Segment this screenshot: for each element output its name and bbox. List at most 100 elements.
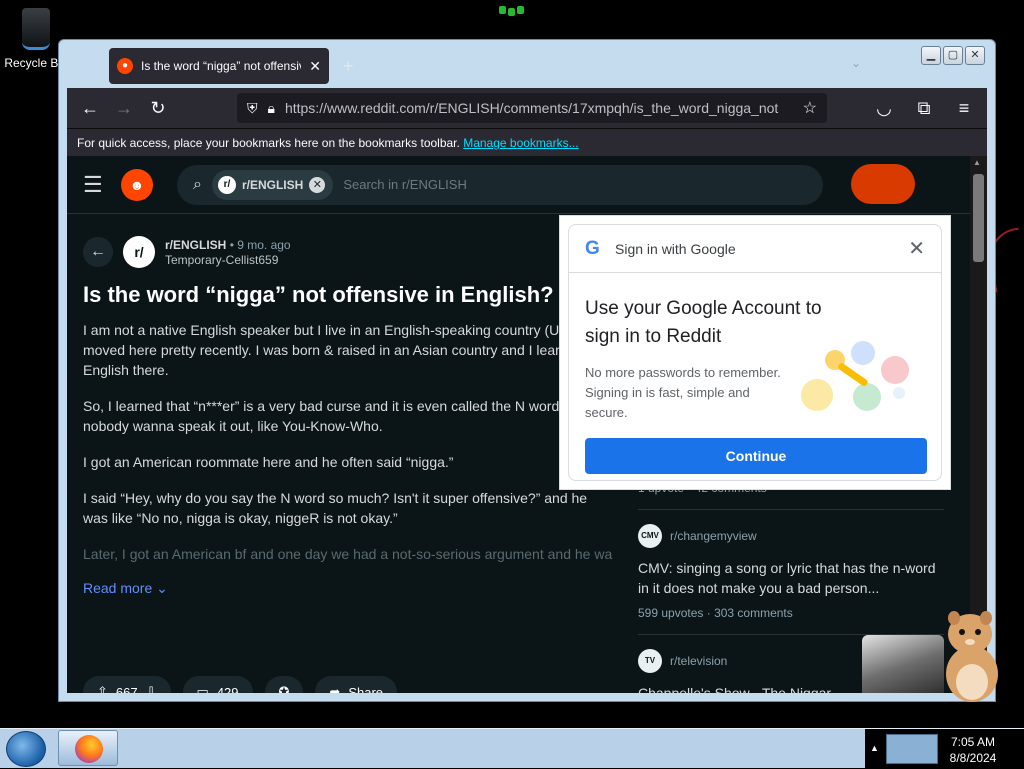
taskbar: ▲ 7:05 AM 8/8/2024 (0, 728, 1024, 768)
search-icon: ⌕ (193, 176, 202, 194)
related-post-title[interactable]: Chappelle's Show - The Niggar Family (638, 683, 838, 693)
tab-close-icon[interactable]: ✕ (309, 58, 321, 75)
page-viewport: ☰ ☻ ⌕ r/ r/ENGLISH ✕ Search in r/ENGLISH… (67, 156, 987, 693)
subreddit-avatar-icon: r/ (218, 176, 236, 194)
hamster-desktop-pet[interactable] (940, 604, 1004, 704)
related-post-thumbnail[interactable] (862, 635, 944, 693)
search-scope-chip[interactable]: r/ r/ENGLISH ✕ (212, 170, 333, 200)
share-icon: ➦ (329, 684, 340, 693)
google-signin-card: G Sign in with Google ✕ Use your Google … (568, 224, 942, 481)
share-button[interactable]: ➦ Share (315, 676, 397, 693)
post-actions: ⇧ 667 ⇩ ▭ 429 ✪ ➦ Share (83, 676, 397, 693)
maximize-icon[interactable]: ▢ (943, 46, 963, 65)
post-subreddit[interactable]: r/ENGLISH (165, 238, 226, 252)
lock-icon[interactable]: 🔒︎ (268, 100, 275, 117)
post-paragraph: So, I learned that “n***er” is a very ba… (83, 396, 613, 436)
continue-button[interactable]: Continue (585, 438, 927, 474)
tv-avatar-icon: TV (638, 649, 662, 673)
post-age: • 9 mo. ago (230, 238, 291, 252)
key-illustration-icon (795, 335, 925, 425)
recycle-bin-icon (22, 8, 50, 50)
scroll-up-icon[interactable]: ▲ (973, 158, 981, 167)
extensions-icon[interactable]: ⧉ (909, 93, 939, 123)
related-post[interactable]: TV r/television Chappelle's Show - The N… (638, 635, 944, 693)
back-arrow-icon[interactable]: ← (83, 237, 113, 267)
browser-tab[interactable]: ● Is the word “nigga” not offensive ✕ (109, 48, 329, 84)
post: ← r/ r/ENGLISH • 9 mo. ago Temporary-Cel… (83, 236, 613, 597)
reddit-favicon-icon: ● (117, 58, 133, 74)
scrollbar-thumb[interactable] (973, 174, 984, 262)
reddit-search-bar[interactable]: ⌕ r/ r/ENGLISH ✕ Search in r/ENGLISH (177, 165, 823, 205)
shield-icon[interactable]: ⛨ (247, 100, 258, 117)
related-posts: 1 upvote · 42 comments CMV r/changemyvie… (638, 481, 944, 693)
subreddit-avatar-icon: CMV (638, 524, 662, 548)
reddit-logo-icon[interactable]: ☻ (121, 169, 153, 201)
vote-count: 667 (116, 685, 138, 694)
reddit-header: ☰ ☻ ⌕ r/ r/ENGLISH ✕ Search in r/ENGLISH (67, 156, 970, 214)
pocket-icon[interactable]: ◡ (869, 93, 899, 123)
taskbar-firefox-button[interactable] (58, 730, 118, 766)
subreddit-avatar[interactable]: r/ (123, 236, 155, 268)
url-text[interactable]: https://www.reddit.com/r/ENGLISH/comment… (285, 100, 793, 116)
search-placeholder[interactable]: Search in r/ENGLISH (343, 177, 467, 192)
post-meta-text: r/ENGLISH • 9 mo. ago Temporary-Cellist6… (165, 238, 291, 267)
google-signin-title: Sign in with Google (615, 241, 908, 257)
post-paragraph: I am not a native English speaker but I … (83, 320, 613, 380)
post-paragraph-faded: Later, I got an American bf and one day … (83, 544, 613, 564)
google-logo-icon: G (585, 238, 609, 260)
bookmarks-hint: For quick access, place your bookmarks h… (77, 136, 460, 150)
search-scope-label: r/ENGLISH (242, 178, 303, 192)
login-button[interactable] (851, 164, 915, 204)
comment-count: 303 comments (714, 606, 793, 620)
post-body: I am not a native English speaker but I … (83, 320, 613, 564)
show-hidden-icons-icon[interactable]: ▲ (870, 743, 879, 753)
read-more-label: Read more (83, 580, 152, 596)
vote-group: ⇧ 667 ⇩ (83, 676, 171, 693)
close-icon[interactable]: ✕ (908, 236, 925, 261)
new-tab-icon[interactable]: + (343, 56, 354, 77)
start-button-icon[interactable] (6, 731, 46, 767)
downvote-icon[interactable]: ⇩ (146, 684, 157, 693)
upvote-count: 599 upvotes (638, 606, 703, 620)
post-meta: ← r/ r/ENGLISH • 9 mo. ago Temporary-Cel… (83, 236, 613, 268)
related-post-stats: 599 upvotes · 303 comments (638, 606, 944, 620)
related-post[interactable]: CMV r/changemyview CMV: singing a song o… (638, 510, 944, 635)
tab-title: Is the word “nigga” not offensive (141, 59, 301, 73)
star-icon[interactable]: ☆ (803, 98, 817, 118)
hamburger-menu-icon[interactable]: ☰ (83, 172, 107, 198)
read-more-link[interactable]: Read more ⌄ (83, 580, 613, 597)
upvote-icon[interactable]: ⇧ (97, 684, 108, 693)
minimize-icon[interactable]: ▁ (921, 46, 941, 65)
related-post-subreddit[interactable]: r/television (670, 654, 727, 668)
firefox-icon (75, 735, 103, 763)
bookmarks-toolbar: For quick access, place your bookmarks h… (67, 128, 987, 156)
tray-icons[interactable] (886, 734, 938, 764)
award-icon: ✪ (279, 684, 290, 693)
reload-icon[interactable]: ↻ (143, 93, 173, 123)
menu-icon[interactable]: ≡ (949, 93, 979, 123)
url-bar[interactable]: ⛨ 🔒︎ https://www.reddit.com/r/ENGLISH/co… (237, 93, 827, 123)
comment-icon: ▭ (197, 684, 209, 693)
google-signin-popup: G Sign in with Google ✕ Use your Google … (560, 216, 950, 489)
post-title: Is the word “nigga” not offensive in Eng… (83, 282, 613, 308)
system-clock[interactable]: 7:05 AM 8/8/2024 (940, 734, 1006, 766)
navigation-toolbar: ← → ↻ ⛨ 🔒︎ https://www.reddit.com/r/ENGL… (67, 88, 987, 128)
comment-count: 429 (217, 685, 239, 694)
related-post-subreddit[interactable]: r/changemyview (670, 529, 757, 543)
back-icon[interactable]: ← (75, 93, 105, 123)
manage-bookmarks-link[interactable]: Manage bookmarks... (463, 136, 578, 150)
window-controls: ▁ ▢ ✕ (921, 46, 985, 65)
clear-scope-icon[interactable]: ✕ (309, 177, 325, 193)
related-post-subreddit-row: CMV r/changemyview (638, 524, 944, 548)
award-button[interactable]: ✪ (265, 676, 304, 693)
list-tabs-icon[interactable]: ⌄ (851, 56, 861, 70)
clock-time: 7:05 AM (940, 734, 1006, 750)
close-window-icon[interactable]: ✕ (965, 46, 985, 65)
forward-icon[interactable]: → (109, 93, 139, 123)
share-label: Share (348, 685, 383, 694)
related-post-title[interactable]: CMV: singing a song or lyric that has th… (638, 558, 944, 598)
top-indicator-lights (497, 0, 527, 16)
comments-button[interactable]: ▭ 429 (183, 676, 253, 693)
firefox-window: ▁ ▢ ✕ ● Is the word “nigga” not offensiv… (58, 39, 996, 702)
post-author[interactable]: Temporary-Cellist659 (165, 253, 291, 267)
